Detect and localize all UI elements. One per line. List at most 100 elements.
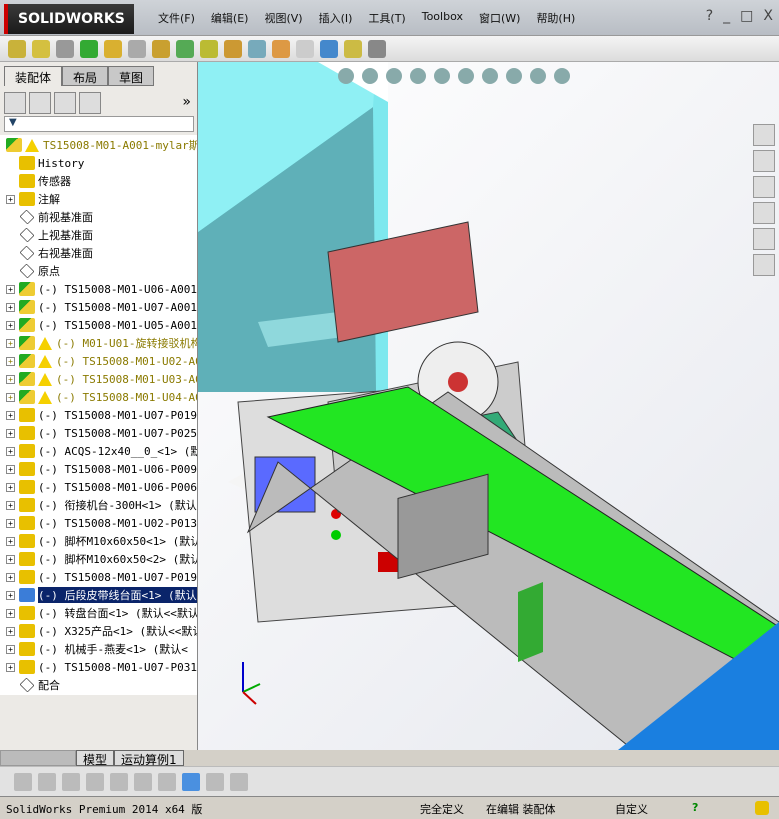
- tree-item[interactable]: + 注解: [0, 190, 60, 208]
- spring-icon[interactable]: [134, 772, 152, 791]
- expand-toggle[interactable]: +: [6, 392, 15, 402]
- tree-item[interactable]: + (-) X325产品<1> (默认<<默认: [0, 622, 197, 640]
- report-icon[interactable]: [230, 772, 248, 791]
- maximize-button[interactable]: □: [740, 8, 753, 24]
- interference-detection-icon[interactable]: [320, 39, 338, 58]
- reference-geometry-icon[interactable]: [200, 39, 218, 58]
- show-hidden-icon[interactable]: [152, 39, 170, 58]
- units-selector[interactable]: 自定义: [615, 801, 648, 817]
- tree-item[interactable]: + (-) TS15008-M01-U06-P009<: [0, 460, 197, 478]
- tree-item[interactable]: + (-) 脚杯M10x60x50<1> (默认: [0, 532, 197, 550]
- move-component-icon[interactable]: [128, 39, 146, 58]
- tree-item[interactable]: 上视基准面: [0, 226, 93, 244]
- 3d-view-icon[interactable]: [182, 772, 200, 791]
- play-icon[interactable]: [38, 772, 56, 791]
- tree-item[interactable]: + (-) TS15008-M01-U06-P006<: [0, 478, 197, 496]
- table-icon[interactable]: [206, 772, 224, 791]
- hide-show-items-icon[interactable]: [482, 68, 498, 84]
- expand-panel-button[interactable]: »: [182, 94, 191, 110]
- tab-assembly[interactable]: 装配体: [4, 66, 63, 86]
- expand-toggle[interactable]: +: [6, 446, 15, 456]
- mate-icon[interactable]: [56, 39, 74, 58]
- tree-item[interactable]: History: [0, 154, 84, 172]
- expand-toggle[interactable]: +: [6, 536, 15, 546]
- edit-component-icon[interactable]: [8, 39, 26, 58]
- expand-toggle[interactable]: +: [6, 608, 15, 618]
- menu-insert[interactable]: 插入(I): [311, 10, 361, 26]
- tree-item[interactable]: + (-) 衔接机台-300H<1> (默认: [0, 496, 197, 514]
- tree-item[interactable]: + (-) TS15008-M01-U07-P019<: [0, 406, 197, 424]
- tree-item[interactable]: + (-) TS15008-M01-U07-P031<: [0, 658, 197, 676]
- tree-item[interactable]: + (-) TS15008-M01-U07-P025<: [0, 424, 197, 442]
- configuration-manager-icon[interactable]: [54, 92, 76, 114]
- linear-pattern-icon[interactable]: [80, 39, 98, 58]
- menu-file[interactable]: 文件(F): [150, 10, 203, 26]
- expand-toggle[interactable]: +: [6, 626, 15, 636]
- tree-item[interactable]: + (-) 机械手-燕麦<1> (默认<: [0, 640, 188, 658]
- calculate-icon[interactable]: [14, 772, 32, 791]
- tree-item[interactable]: + (-) TS15008-M01-U02-A00: [0, 352, 197, 370]
- edit-appearance-icon[interactable]: [506, 68, 522, 84]
- menu-view[interactable]: 视图(V): [256, 10, 310, 26]
- tree-item[interactable]: + (-) TS15008-M01-U02-P013<: [0, 514, 197, 532]
- expand-toggle[interactable]: +: [6, 662, 15, 672]
- expand-toggle[interactable]: +: [6, 518, 15, 528]
- motor-icon[interactable]: [62, 772, 80, 791]
- display-style-icon[interactable]: [458, 68, 474, 84]
- tree-item[interactable]: 配合: [0, 676, 60, 694]
- tree-item[interactable]: + (-) TS15008-M01-U05-A001<: [0, 316, 197, 334]
- tab-sketch[interactable]: 草图: [108, 66, 155, 86]
- view-orientation-icon[interactable]: [434, 68, 450, 84]
- tree-item[interactable]: 原点: [0, 262, 60, 280]
- property-manager-icon[interactable]: [29, 92, 51, 114]
- tree-item[interactable]: 传感器: [0, 172, 71, 190]
- expand-toggle[interactable]: +: [6, 554, 15, 564]
- display-manager-icon[interactable]: [79, 92, 101, 114]
- bill-of-materials-icon[interactable]: [248, 39, 266, 58]
- tree-item[interactable]: TS15008-M01-A001-mylar斯膜: [0, 136, 197, 154]
- expand-toggle[interactable]: +: [6, 410, 15, 420]
- expand-toggle[interactable]: +: [6, 428, 15, 438]
- expand-toggle[interactable]: +: [6, 284, 15, 294]
- help-button[interactable]: ?: [706, 8, 713, 24]
- expand-toggle[interactable]: +: [6, 320, 15, 330]
- tree-item[interactable]: + (-) TS15008-M01-U06-A001<: [0, 280, 197, 298]
- new-motion-study-icon[interactable]: [224, 39, 242, 58]
- expand-toggle[interactable]: +: [6, 572, 15, 582]
- view-settings-icon[interactable]: [554, 68, 570, 84]
- menu-window[interactable]: 窗口(W): [471, 10, 528, 26]
- tree-item[interactable]: + (-) TS15008-M01-U07-P019<: [0, 568, 197, 586]
- expand-toggle[interactable]: +: [6, 482, 15, 492]
- tree-item[interactable]: 右视基准面: [0, 244, 93, 262]
- close-button[interactable]: X: [763, 8, 773, 24]
- expand-toggle[interactable]: +: [6, 356, 15, 366]
- expand-toggle[interactable]: +: [6, 302, 15, 312]
- assembly-features-icon[interactable]: [176, 39, 194, 58]
- tag-icon[interactable]: [755, 801, 769, 815]
- zoom-to-area-icon[interactable]: [362, 68, 378, 84]
- exploded-view-icon[interactable]: [272, 39, 290, 58]
- smart-fasteners-icon[interactable]: [104, 39, 122, 58]
- design-library-icon[interactable]: [753, 150, 775, 172]
- filter-icon[interactable]: ▼: [4, 116, 194, 132]
- menu-toolbox[interactable]: Toolbox: [414, 10, 471, 26]
- view-palette-icon[interactable]: [753, 202, 775, 224]
- tree-item[interactable]: 前视基准面: [0, 208, 93, 226]
- feature-manager-icon[interactable]: [4, 92, 26, 114]
- tab-layout[interactable]: 布局: [62, 66, 109, 86]
- insert-component-icon[interactable]: [32, 39, 50, 58]
- apply-scene-icon[interactable]: [530, 68, 546, 84]
- expand-toggle[interactable]: +: [6, 590, 15, 600]
- tab-motion-study[interactable]: 运动算例1: [114, 750, 184, 767]
- tree-item[interactable]: + (-) 转盘台面<1> (默认<<默认: [0, 604, 197, 622]
- tree-item[interactable]: + (-) 后段皮带线台面<1> (默认: [0, 586, 197, 604]
- minimize-button[interactable]: _: [723, 8, 730, 24]
- custom-properties-icon[interactable]: [753, 254, 775, 276]
- zoom-to-fit-icon[interactable]: [338, 68, 354, 84]
- solidworks-resources-icon[interactable]: [753, 124, 775, 146]
- tree-item[interactable]: + (-) M01-U01-旋转接驳机构: [0, 334, 197, 352]
- menu-help[interactable]: 帮助(H): [528, 10, 583, 26]
- tab-scroll-buttons[interactable]: [0, 750, 76, 766]
- 3d-model-view[interactable]: [198, 62, 779, 750]
- expand-toggle[interactable]: +: [6, 374, 15, 384]
